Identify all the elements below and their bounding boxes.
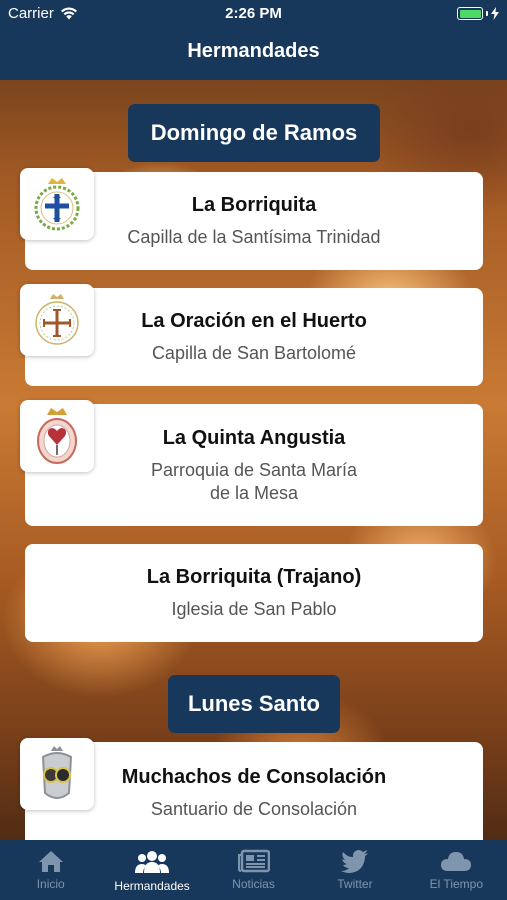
brotherhood-church: Santuario de Consolación: [150, 799, 358, 819]
brotherhood-logo-cross-emblem-icon: [20, 168, 94, 240]
twitter-bird-icon: [340, 850, 368, 873]
tab-label: Inicio: [36, 877, 65, 891]
brotherhood-name: La Oración en el Huerto: [141, 310, 367, 333]
charging-bolt-icon: [491, 7, 499, 20]
status-time: 2:26 PM: [225, 5, 282, 22]
page-title: Hermandades: [187, 40, 320, 62]
section-header-lunes-santo: Lunes Santo: [168, 675, 340, 733]
tab-el-tiempo[interactable]: El Tiempo: [406, 840, 507, 900]
home-icon: [38, 851, 63, 872]
brotherhood-church: Capilla de San Bartolomé: [151, 343, 357, 364]
battery-icon: [457, 7, 499, 20]
status-bar: Carrier 2:26 PM: [0, 0, 507, 28]
tab-hermandades[interactable]: Hermandades: [101, 840, 202, 900]
brotherhood-logo-consolacion-emblem-icon: [20, 738, 94, 810]
cloud-icon: [441, 852, 472, 871]
brotherhood-church: Parroquia de Santa María de la Mesa: [150, 459, 358, 503]
brotherhood-church: Iglesia de San Pablo: [171, 599, 337, 620]
brotherhood-name: La Borriquita: [191, 194, 317, 217]
tab-label: Noticias: [232, 877, 275, 891]
navigation-bar: Carrier 2:26 PM Hermandades: [0, 0, 507, 80]
brotherhood-name: La Borriquita (Trajano): [146, 566, 362, 589]
tab-label: Twitter: [337, 877, 373, 891]
tab-inicio[interactable]: Inicio: [0, 840, 101, 900]
tab-label: El Tiempo: [429, 877, 483, 891]
tab-twitter[interactable]: Twitter: [304, 840, 405, 900]
newspaper-icon: [237, 849, 270, 873]
brotherhood-name: La Quinta Angustia: [162, 426, 346, 449]
brotherhood-logo-jerusalem-cross-icon: [20, 284, 94, 356]
brotherhood-card-la-borriquita-trajano[interactable]: La Borriquita (Trajano) Iglesia de San P…: [25, 544, 483, 642]
tab-noticias[interactable]: Noticias: [203, 840, 304, 900]
tab-label: Hermandades: [114, 879, 190, 893]
brotherhood-church: Capilla de la Santísima Trinidad: [127, 227, 381, 248]
brotherhood-logo-heart-crown-icon: [20, 400, 94, 472]
tab-bar: Inicio Hermandades Noticias Twitter El T…: [0, 840, 507, 900]
brotherhood-name: Muchachos de Consolación: [121, 766, 387, 788]
group-icon: [135, 851, 170, 873]
section-header-domingo-de-ramos: Domingo de Ramos: [128, 104, 380, 162]
